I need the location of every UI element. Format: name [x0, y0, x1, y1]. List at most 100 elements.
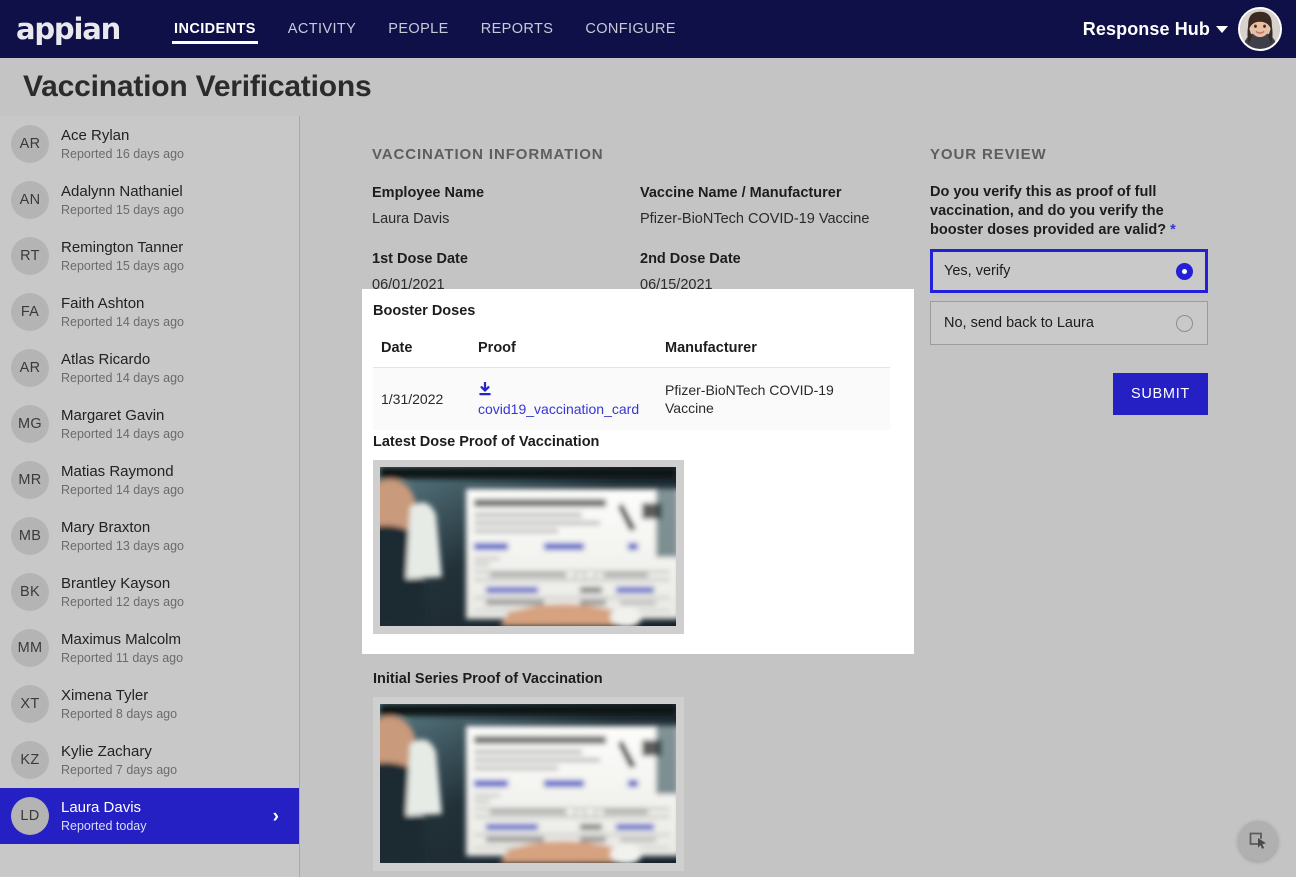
field-label-employee-name: Employee Name	[372, 185, 485, 201]
chevron-right-icon: ›	[272, 805, 279, 827]
radio-button-unselected-icon[interactable]	[1176, 314, 1193, 332]
incident-list: AR Ace Rylan Reported 16 days ago AN Ada…	[0, 116, 299, 844]
list-item[interactable]: BK Brantley Kayson Reported 12 days ago	[0, 564, 299, 620]
list-item-subtitle: Reported 11 days ago	[61, 650, 184, 665]
card-inner: Booster Doses Date Proof Manufacturer 1/…	[362, 289, 914, 430]
initial-series-proof-section: Initial Series Proof of Vaccination	[373, 671, 684, 871]
list-item-name: Mary Braxton	[61, 518, 151, 536]
booster-table-body: 1/31/2022 covid19_vaccination_card Pfize…	[373, 367, 890, 430]
review-question-text: Do you verify this as proof of full vacc…	[930, 184, 1167, 238]
your-review-title: YOUR REVIEW	[930, 146, 1047, 163]
list-item[interactable]: AN Adalynn Nathaniel Reported 15 days ag…	[0, 172, 299, 228]
screenshot-tool-button[interactable]	[1238, 821, 1278, 861]
avatar-initials: FA	[11, 293, 49, 331]
list-item-text: Ximena Tyler Reported 8 days ago	[61, 687, 289, 722]
list-item-text: Adalynn Nathaniel Reported 15 days ago	[61, 183, 289, 218]
column-header-date: Date	[373, 340, 470, 368]
list-item-name: Margaret Gavin	[61, 406, 165, 424]
column-header-manufacturer: Manufacturer	[657, 340, 890, 368]
list-item[interactable]: KZ Kylie Zachary Reported 7 days ago	[0, 732, 299, 788]
nav-item-configure[interactable]: CONFIGURE	[569, 0, 692, 58]
top-navigation-bar: appian INCIDENTS ACTIVITY PEOPLE REPORTS…	[0, 0, 1296, 58]
list-item[interactable]: AR Ace Rylan Reported 16 days ago	[0, 116, 299, 172]
list-item-text: Atlas Ricardo Reported 14 days ago	[61, 351, 289, 386]
list-item-subtitle: Reported 15 days ago	[61, 202, 185, 217]
list-item[interactable]: RT Remington Tanner Reported 15 days ago	[0, 228, 299, 284]
list-item-selected[interactable]: LD Laura Davis Reported today ›	[0, 788, 299, 844]
initial-series-proof-frame[interactable]	[373, 697, 684, 871]
site-switcher[interactable]: Response Hub	[1083, 19, 1228, 40]
field-value-employee-name: Laura Davis	[372, 211, 450, 227]
page-title-bar: Vaccination Verifications	[0, 58, 1296, 116]
field-label-vaccine-name: Vaccine Name / Manufacturer	[640, 185, 842, 201]
list-item-text: Kylie Zachary Reported 7 days ago	[61, 743, 289, 778]
list-item-text: Ace Rylan Reported 16 days ago	[61, 127, 289, 162]
review-question-label: Do you verify this as proof of full vacc…	[930, 183, 1208, 240]
avatar-initials: XT	[11, 685, 49, 723]
submit-button[interactable]: SUBMIT	[1113, 373, 1208, 415]
download-icon[interactable]	[478, 380, 649, 399]
avatar-initials: MG	[11, 405, 49, 443]
appian-logo[interactable]: appian	[16, 14, 121, 44]
list-item-subtitle: Reported 14 days ago	[61, 314, 185, 329]
list-item[interactable]: MR Matias Raymond Reported 14 days ago	[0, 452, 299, 508]
list-item[interactable]: FA Faith Ashton Reported 14 days ago	[0, 284, 299, 340]
user-avatar-image	[1240, 9, 1280, 49]
avatar-initials: MR	[11, 461, 49, 499]
required-marker: *	[1170, 222, 1176, 238]
initial-series-proof-image[interactable]	[380, 704, 676, 863]
cell-manufacturer: Pfizer-BioNTech COVID-19 Vaccine	[657, 367, 890, 430]
incident-list-sidebar[interactable]: AR Ace Rylan Reported 16 days ago AN Ada…	[0, 116, 300, 877]
list-item[interactable]: MG Margaret Gavin Reported 14 days ago	[0, 396, 299, 452]
field-label-second-dose-date: 2nd Dose Date	[640, 251, 741, 267]
list-item-text: Brantley Kayson Reported 12 days ago	[61, 575, 289, 610]
list-item-subtitle: Reported 8 days ago	[61, 706, 178, 721]
nav-item-reports[interactable]: REPORTS	[465, 0, 570, 58]
radio-option-yes-verify[interactable]: Yes, verify	[930, 249, 1208, 293]
list-item-text: Matias Raymond Reported 14 days ago	[61, 463, 289, 498]
proof-file-link[interactable]: covid19_vaccination_card	[478, 401, 639, 417]
avatar-initials: KZ	[11, 741, 49, 779]
chevron-down-icon	[1216, 26, 1228, 34]
list-item-subtitle: Reported 15 days ago	[61, 258, 185, 273]
list-item-name: Ximena Tyler	[61, 686, 149, 704]
avatar-initials: RT	[11, 237, 49, 275]
nav-item-incidents[interactable]: INCIDENTS	[158, 0, 272, 58]
radio-option-no-send-back[interactable]: No, send back to Laura	[930, 301, 1208, 345]
avatar-initials: MM	[11, 629, 49, 667]
column-header-proof: Proof	[470, 340, 657, 368]
field-value-vaccine-name: Pfizer-BioNTech COVID-19 Vaccine	[640, 211, 870, 227]
avatar[interactable]	[1238, 7, 1282, 51]
list-item-text: Margaret Gavin Reported 14 days ago	[61, 407, 289, 442]
field-label-first-dose-date: 1st Dose Date	[372, 251, 468, 267]
radio-button-selected-icon[interactable]	[1176, 262, 1193, 280]
latest-dose-proof-image[interactable]	[380, 467, 676, 626]
vaccination-card-photo	[380, 704, 676, 863]
screenshot-pointer-icon	[1249, 832, 1266, 849]
avatar-initials: BK	[11, 573, 49, 611]
initial-series-proof-heading: Initial Series Proof of Vaccination	[373, 671, 603, 687]
main-nav-links: INCIDENTS ACTIVITY PEOPLE REPORTS CONFIG…	[158, 0, 692, 58]
list-item-text: Faith Ashton Reported 14 days ago	[61, 295, 289, 330]
nav-item-activity[interactable]: ACTIVITY	[272, 0, 372, 58]
list-item-name: Atlas Ricardo	[61, 350, 151, 368]
avatar-initials: AR	[11, 349, 49, 387]
list-item-subtitle: Reported 7 days ago	[61, 762, 178, 777]
latest-dose-proof-heading: Latest Dose Proof of Vaccination	[373, 434, 600, 450]
nav-item-people[interactable]: PEOPLE	[372, 0, 464, 58]
list-item-name: Brantley Kayson	[61, 574, 171, 592]
list-item[interactable]: XT Ximena Tyler Reported 8 days ago	[0, 676, 299, 732]
list-item[interactable]: MM Maximus Malcolm Reported 11 days ago	[0, 620, 299, 676]
list-item[interactable]: AR Atlas Ricardo Reported 14 days ago	[0, 340, 299, 396]
site-switcher-label: Response Hub	[1082, 18, 1210, 39]
avatar-initials: LD	[11, 797, 49, 835]
list-item-name: Matias Raymond	[61, 462, 174, 480]
avatar-initials: AR	[11, 125, 49, 163]
list-item-subtitle: Reported 16 days ago	[61, 146, 185, 161]
list-item[interactable]: MB Mary Braxton Reported 13 days ago	[0, 508, 299, 564]
list-item-text: Maximus Malcolm Reported 11 days ago	[61, 631, 289, 666]
cell-proof: covid19_vaccination_card	[470, 367, 657, 430]
proof-download[interactable]: covid19_vaccination_card	[478, 380, 649, 417]
list-item-name: Remington Tanner	[61, 238, 184, 256]
latest-dose-proof-frame[interactable]	[373, 460, 684, 634]
